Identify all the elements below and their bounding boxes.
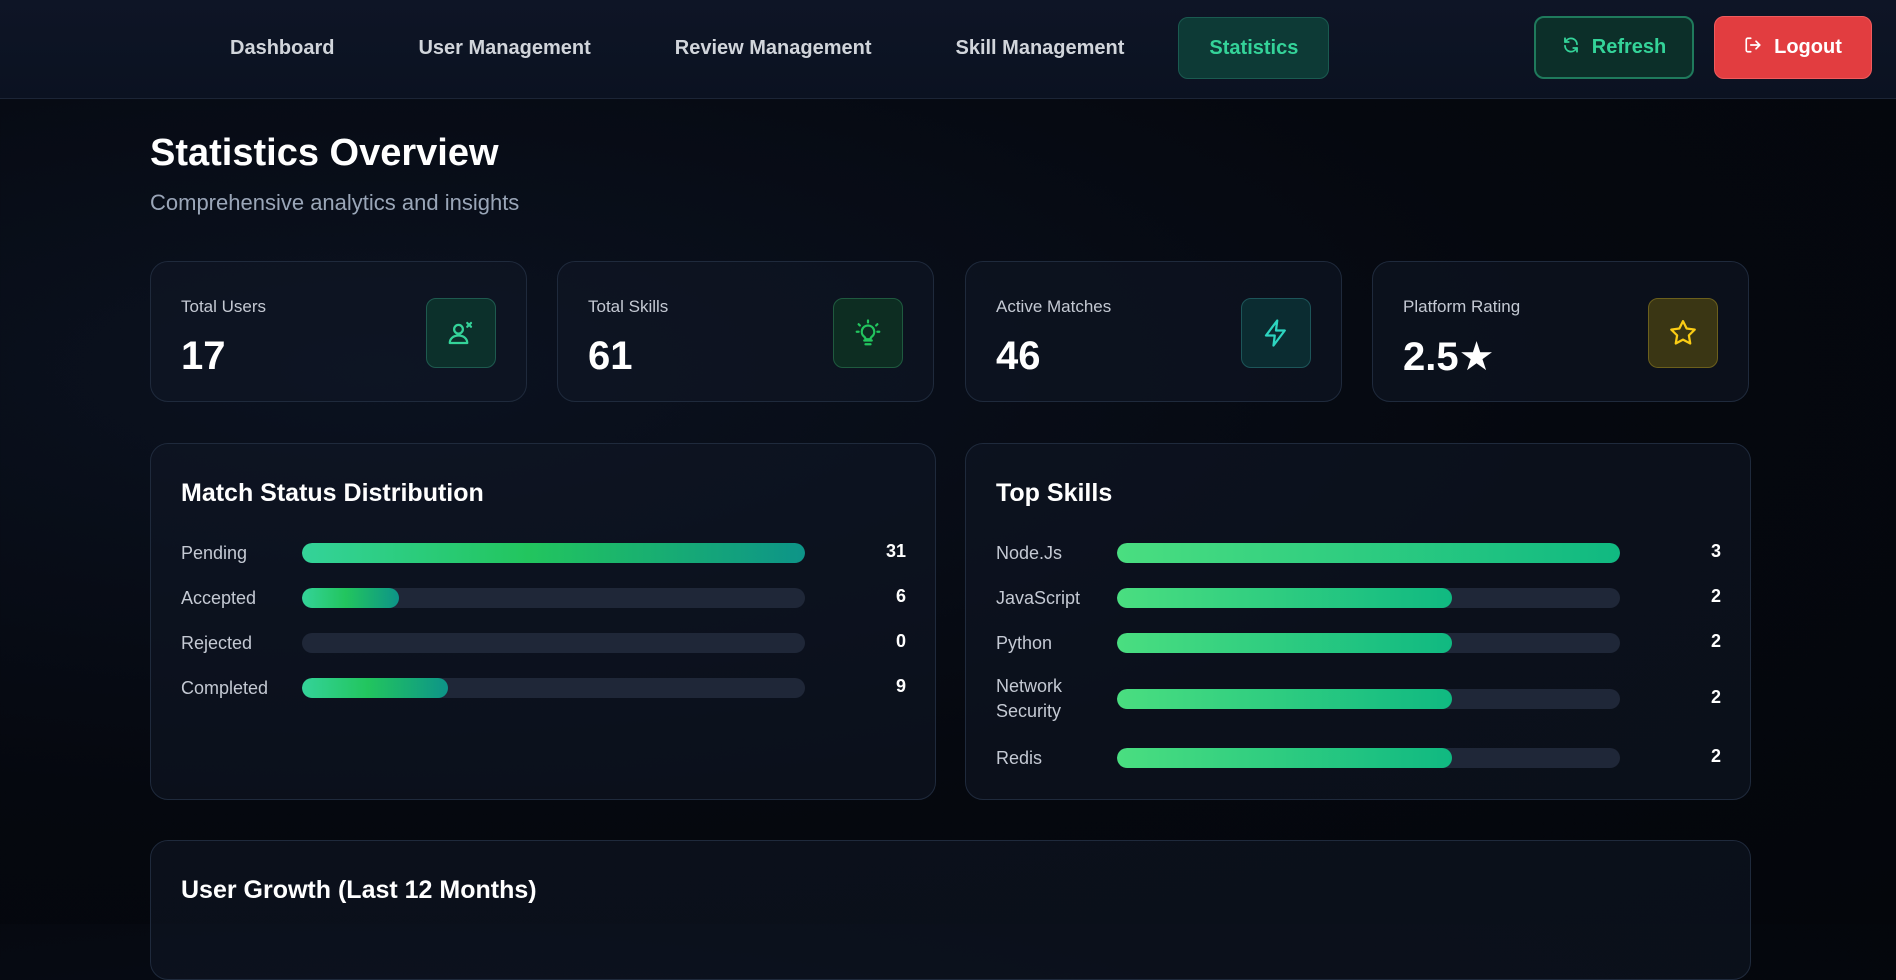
progress-fill bbox=[302, 588, 400, 608]
nav-user-management[interactable]: User Management bbox=[388, 17, 620, 79]
row-count: 2 bbox=[1710, 746, 1721, 766]
refresh-button[interactable]: Refresh bbox=[1534, 16, 1694, 79]
progress-fill bbox=[1117, 748, 1453, 768]
lightbulb-icon bbox=[833, 298, 903, 368]
panel-title: Match Status Distribution bbox=[181, 479, 484, 507]
stat-value: 17 bbox=[181, 334, 226, 378]
progress-track bbox=[1117, 588, 1620, 608]
top-skills-panel: Top Skills Node.Js 3 JavaScript 2 Python… bbox=[965, 443, 1751, 800]
panel-title: User Growth (Last 12 Months) bbox=[181, 876, 537, 904]
progress-track bbox=[302, 633, 805, 653]
stat-value: 61 bbox=[588, 334, 633, 378]
refresh-label: Refresh bbox=[1591, 36, 1667, 58]
stat-label: Active Matches bbox=[996, 297, 1112, 316]
row-label: Accepted bbox=[181, 588, 257, 608]
main-nav: Dashboard User Management Review Managem… bbox=[200, 17, 1330, 79]
row-count: 2 bbox=[1710, 631, 1721, 651]
star-icon bbox=[1648, 298, 1718, 368]
row-count: 9 bbox=[895, 676, 906, 696]
stat-value: 2.5★ bbox=[1403, 335, 1495, 379]
progress-track bbox=[1117, 689, 1620, 709]
row-label: Node.Js bbox=[996, 543, 1063, 563]
logout-button[interactable]: Logout bbox=[1714, 16, 1872, 79]
top-navigation-bar: Dashboard User Management Review Managem… bbox=[0, 0, 1896, 99]
row-count: 3 bbox=[1710, 541, 1721, 561]
row-label: Completed bbox=[181, 678, 269, 698]
stat-label: Platform Rating bbox=[1403, 297, 1521, 316]
match-status-panel: Match Status Distribution Pending 31 Acc… bbox=[150, 443, 936, 800]
row-count: 6 bbox=[895, 586, 906, 606]
stat-label: Total Users bbox=[181, 297, 267, 316]
nav-skill-management[interactable]: Skill Management bbox=[925, 17, 1154, 79]
logout-label: Logout bbox=[1774, 36, 1842, 58]
row-label: Redis bbox=[996, 748, 1043, 768]
progress-fill bbox=[302, 543, 805, 563]
stat-card-total-skills: Total Skills 61 bbox=[557, 261, 934, 402]
row-count: 2 bbox=[1710, 687, 1721, 707]
progress-fill bbox=[302, 678, 449, 698]
stat-card-platform-rating: Platform Rating 2.5★ bbox=[1372, 261, 1749, 402]
progress-track bbox=[302, 543, 805, 563]
progress-track bbox=[1117, 748, 1620, 768]
refresh-icon bbox=[1562, 36, 1580, 60]
nav-statistics[interactable]: Statistics bbox=[1178, 17, 1330, 79]
progress-track bbox=[1117, 543, 1620, 563]
nav-review-management[interactable]: Review Management bbox=[645, 17, 902, 79]
progress-track bbox=[302, 678, 805, 698]
row-label: Network Security bbox=[996, 676, 1063, 721]
progress-fill bbox=[1117, 588, 1453, 608]
progress-fill bbox=[1117, 633, 1453, 653]
users-icon bbox=[426, 298, 496, 368]
row-count: 31 bbox=[885, 541, 906, 561]
progress-track bbox=[1117, 633, 1620, 653]
row-count: 0 bbox=[895, 631, 906, 651]
page-subtitle: Comprehensive analytics and insights bbox=[150, 190, 520, 215]
page-title: Statistics Overview bbox=[150, 132, 499, 174]
stat-card-total-users: Total Users 17 bbox=[150, 261, 527, 402]
stat-label: Total Skills bbox=[588, 297, 669, 316]
row-count: 2 bbox=[1710, 586, 1721, 606]
user-growth-panel: User Growth (Last 12 Months) bbox=[150, 840, 1751, 980]
row-label: Rejected bbox=[181, 633, 253, 653]
logout-icon bbox=[1744, 36, 1762, 60]
stat-card-active-matches: Active Matches 46 bbox=[965, 261, 1342, 402]
lightning-icon bbox=[1241, 298, 1311, 368]
row-label: Pending bbox=[181, 543, 248, 563]
progress-fill bbox=[1117, 689, 1453, 709]
row-label: Python bbox=[996, 633, 1053, 653]
panel-title: Top Skills bbox=[996, 479, 1113, 507]
progress-fill bbox=[1117, 543, 1620, 563]
row-label: JavaScript bbox=[996, 588, 1081, 608]
nav-dashboard[interactable]: Dashboard bbox=[200, 17, 364, 79]
progress-track bbox=[302, 588, 805, 608]
stat-value: 46 bbox=[996, 334, 1041, 378]
